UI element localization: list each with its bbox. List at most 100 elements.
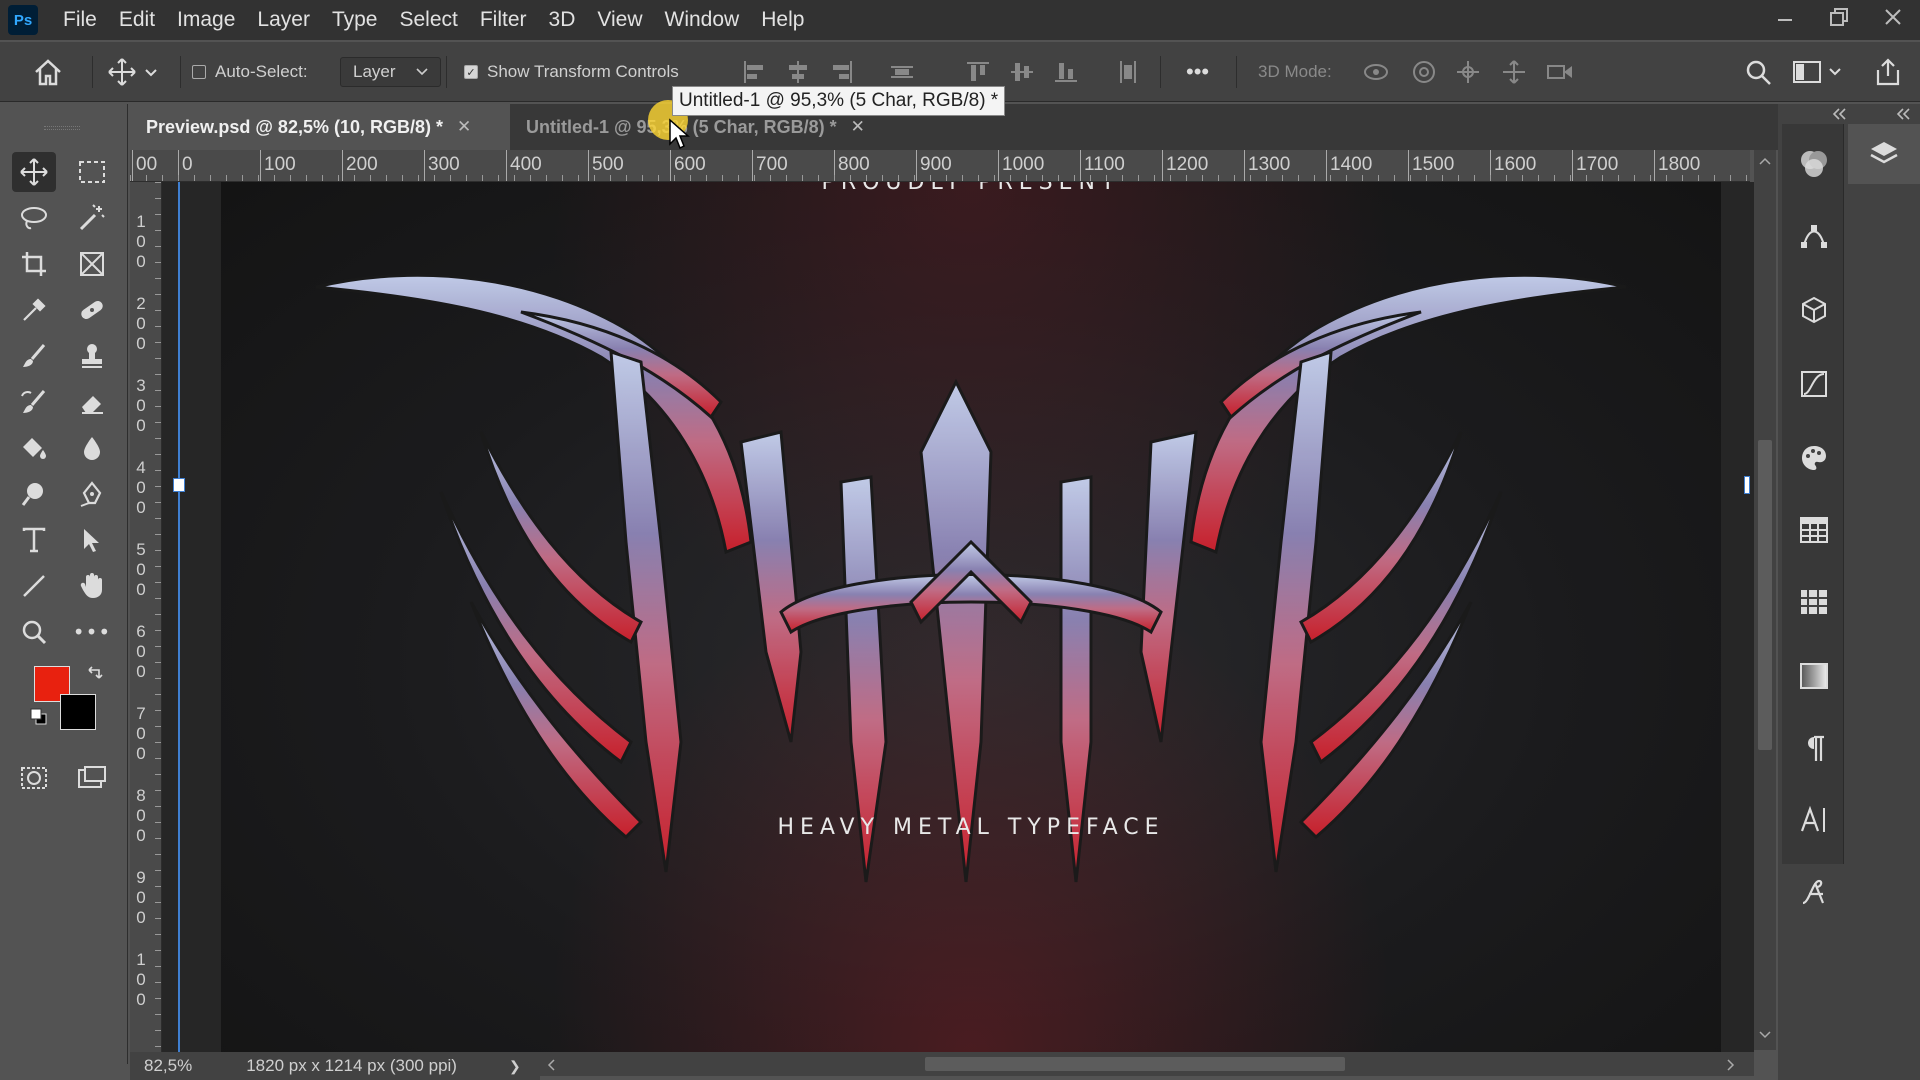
move-tool-preset-button[interactable] [104,54,160,90]
distribute-horizontal-button[interactable] [1112,56,1144,88]
menu-filter[interactable]: Filter [469,8,538,32]
close-tab-icon[interactable]: ✕ [457,117,471,137]
frame-tool[interactable] [70,244,114,284]
document-canvas[interactable]: PROUDLY PRESENT HEAVY METAL TYPEFACE [221,182,1721,1052]
ruler-tick-label: 1000 [1002,154,1045,175]
horizontal-scroll-thumb[interactable] [925,1057,1345,1071]
zoom-level-field[interactable]: 82,5% [144,1056,192,1076]
history-brush-tool[interactable] [12,382,56,422]
transform-handle-right[interactable] [1744,476,1750,494]
marquee-tool[interactable] [70,152,114,192]
blur-tool[interactable] [70,428,114,468]
minimize-button[interactable] [1758,0,1812,34]
distribute-vertical-button[interactable] [886,56,918,88]
toolbar-grip[interactable] [44,126,80,130]
align-horizontal-centers-button[interactable] [782,56,814,88]
healing-brush-tool[interactable] [70,290,114,330]
roll-3d-button[interactable] [1408,56,1440,88]
align-bottom-edges-button[interactable] [1050,56,1082,88]
paint-bucket-tool[interactable] [12,428,56,468]
quick-mask-button[interactable] [12,758,56,798]
magic-wand-tool[interactable] [70,198,114,238]
color-panel-button[interactable] [1788,138,1840,190]
home-button[interactable] [30,54,66,90]
status-menu-arrow[interactable]: ❯ [509,1058,521,1075]
patterns-panel-button[interactable] [1788,576,1840,628]
close-window-button[interactable] [1866,0,1920,34]
more-options-button[interactable]: ••• [1186,42,1209,102]
double-chevron-left-icon[interactable] [1830,106,1850,122]
pen-tool[interactable] [70,474,114,514]
eraser-tool[interactable] [70,382,114,422]
crop-tool[interactable] [12,244,56,284]
background-color-swatch[interactable] [60,694,96,730]
character-icon [1800,805,1825,832]
paragraph-panel-button[interactable] [1788,722,1840,774]
menu-edit[interactable]: Edit [108,8,166,32]
ruler-tick-label: 700 [756,154,788,175]
share-button[interactable] [1870,54,1906,90]
move-tool[interactable] [12,152,56,192]
search-button[interactable] [1740,54,1776,90]
workspace-switcher[interactable] [1790,54,1846,90]
clone-stamp-tool[interactable] [70,336,114,376]
paths-panel-button[interactable] [1788,210,1840,262]
dodge-tool[interactable] [12,474,56,514]
character-panel-button[interactable] [1788,794,1840,846]
hand-tool[interactable] [70,566,114,606]
align-right-edges-button[interactable] [826,56,858,88]
vertical-scrollbar[interactable] [1754,150,1776,1050]
menu-select[interactable]: Select [388,8,468,32]
vertical-ruler[interactable]: 100200300400500600700800900100 [130,182,162,1052]
table-panel-button[interactable] [1788,504,1840,556]
guide-line[interactable] [178,182,180,1052]
align-center-icon [789,61,807,83]
3d-panel-button[interactable] [1788,284,1840,336]
align-left-edges-button[interactable] [738,56,770,88]
screen-mode-button[interactable] [70,758,114,798]
menu-window[interactable]: Window [654,8,751,32]
panel-dock [1778,104,1920,1080]
glyphs-panel-button[interactable] [1788,866,1840,918]
layers-panel-button[interactable] [1858,128,1910,180]
show-transform-controls-checkbox[interactable]: ✓ Show Transform Controls [464,42,679,102]
eyedropper-tool[interactable] [12,290,56,330]
align-top-edges-button[interactable] [962,56,994,88]
path-selection-tool[interactable] [70,520,114,560]
horizontal-ruler[interactable]: 00 0 100 200 300 400 500 600 700 800 900 1000 1100 12… [130,150,1750,182]
zoom-tool[interactable] [12,612,56,652]
swatches-panel-button[interactable] [1788,432,1840,484]
line-tool[interactable] [12,566,56,606]
edit-toolbar-button[interactable]: ••• [70,612,114,652]
brush-tool[interactable] [12,336,56,376]
menu-view[interactable]: View [586,8,653,32]
type-tool[interactable] [12,520,56,560]
align-vertical-centers-button[interactable] [1006,56,1038,88]
auto-select-checkbox[interactable]: Auto-Select: [192,42,308,102]
lasso-tool[interactable] [12,198,56,238]
scale-3d-button[interactable] [1544,56,1576,88]
swap-colors-button[interactable] [86,664,104,686]
slide-3d-button[interactable] [1498,56,1530,88]
auto-select-target-dropdown[interactable]: Layer [340,42,441,102]
transform-handle-left[interactable] [173,478,185,492]
horizontal-scrollbar[interactable] [540,1052,1754,1076]
menu-layer[interactable]: Layer [246,8,321,32]
menu-3d[interactable]: 3D [538,8,587,32]
tab-preview[interactable]: Preview.psd @ 82,5% (10, RGB/8) * ✕ [130,104,510,150]
orbit-3d-button[interactable] [1360,56,1392,88]
vertical-scroll-thumb[interactable] [1758,440,1772,750]
eyedropper-icon [23,298,46,321]
pan-3d-button[interactable] [1452,56,1484,88]
menu-file[interactable]: File [52,8,108,32]
double-chevron-left-icon[interactable] [1894,106,1914,122]
adjustments-panel-button[interactable] [1788,358,1840,410]
menu-type[interactable]: Type [321,8,389,32]
default-colors-button[interactable] [30,708,48,730]
restore-button[interactable] [1812,0,1866,34]
gradients-panel-button[interactable] [1788,650,1840,702]
menu-help[interactable]: Help [750,8,815,32]
close-tab-icon[interactable]: ✕ [851,117,865,137]
artwork-top-text: PROUDLY PRESENT [821,182,1121,195]
menu-image[interactable]: Image [166,8,246,32]
